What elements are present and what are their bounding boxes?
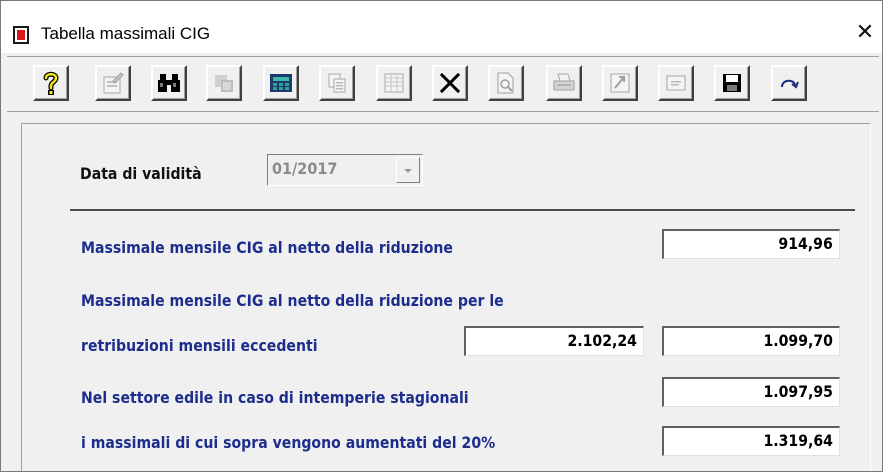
app-icon [13,26,29,44]
field-massimale-mensile[interactable]: 914,96 [662,229,840,259]
field-settore-edile[interactable]: 1.097,95 [662,377,840,407]
close-button[interactable]: ✕ [849,17,881,49]
save-icon [723,74,741,92]
toolbar [1,53,882,115]
properties-icon [103,72,124,94]
save-button[interactable] [714,65,750,101]
validity-date-select[interactable]: 01/2017 [267,154,423,186]
print-button[interactable] [546,65,582,101]
properties-button[interactable] [95,65,131,101]
form-icon [666,75,686,91]
form-button[interactable] [658,65,694,101]
delete-button[interactable] [432,65,468,101]
delete-icon [439,72,461,94]
title-bar[interactable]: Tabella massimali CIG ✕ [1,1,882,53]
field-retribuzione-soglia[interactable]: 2.102,24 [464,326,644,356]
field-massimale-eccedenti[interactable]: 1.099,70 [662,326,840,356]
label-massimale-eccedenti-line1: Massimale mensile CIG al netto della rid… [81,291,504,310]
calculator-icon [270,74,292,92]
window: Tabella massimali CIG ✕ Data di validità… [0,0,883,472]
duplicate-icon [328,73,346,93]
calculator-button[interactable] [263,65,299,101]
preview-button[interactable] [488,65,524,101]
label-aumento-20: i massimali di cui sopra vengono aumenta… [81,433,496,452]
grid-button[interactable] [376,65,412,101]
validity-date-value: 01/2017 [272,159,338,178]
print-icon [553,73,575,91]
grid-icon [384,73,404,93]
label-massimale-mensile: Massimale mensile CIG al netto della rid… [81,238,453,257]
help-icon [43,71,59,95]
chevron-down-icon[interactable] [396,157,420,183]
separator [70,209,855,211]
duplicate-button[interactable] [319,65,355,101]
field-aumento-20[interactable]: 1.319,64 [662,426,840,456]
window-title: Tabella massimali CIG [41,24,211,43]
label-settore-edile: Nel settore edile in caso di intemperie … [81,388,469,407]
label-massimale-eccedenti-line2: retribuzioni mensili eccedenti [81,336,318,355]
export-icon [610,73,630,93]
export-button[interactable] [602,65,638,101]
undo-icon [781,79,799,89]
preview-icon [497,72,514,94]
form-panel: Data di validità 01/2017 Massimale mensi… [21,123,871,471]
binoculars-icon [158,74,180,92]
copy-record-button[interactable] [206,65,242,101]
validity-label: Data di validità [80,164,202,183]
undo-button[interactable] [771,65,807,101]
help-button[interactable] [33,65,69,101]
copy-record-icon [215,75,233,92]
search-button[interactable] [151,65,187,101]
